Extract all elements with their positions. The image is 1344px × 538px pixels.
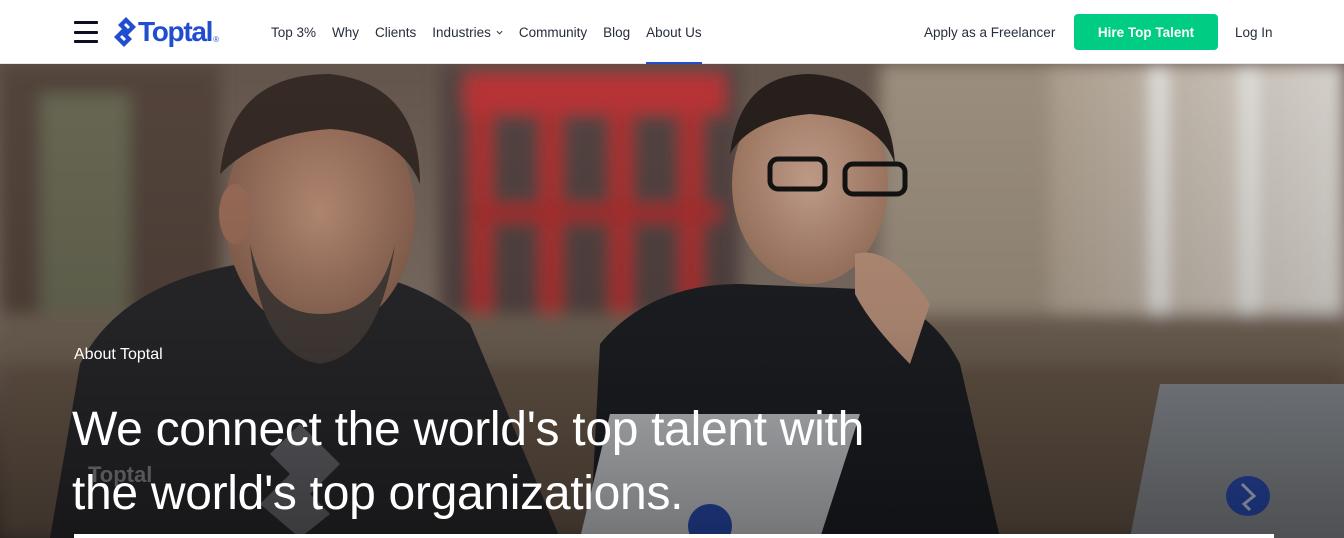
nav-item-blog[interactable]: Blog [603,0,630,64]
nav-item-label: Community [518,24,588,40]
hero-divider [74,534,1274,538]
toptal-logo[interactable]: Toptal ® [113,16,219,48]
hero-eyebrow: About Toptal [74,346,163,363]
nav-item-label: Clients [375,24,417,40]
nav-item-top-3[interactable]: Top 3% [271,0,316,64]
toptal-logo-mark-icon [114,17,136,47]
logo-wordmark: Toptal [138,16,213,47]
login-link[interactable]: Log In [1235,0,1273,64]
nav-item-why[interactable]: Why [332,0,359,64]
nav-item-label: Top 3% [271,24,317,40]
main-nav: Top 3% Why Clients Industries Community … [271,0,718,64]
nav-item-label: Blog [603,24,631,40]
hire-top-talent-button[interactable]: Hire Top Talent [1074,14,1218,50]
nav-item-label: About Us [646,24,702,40]
nav-item-clients[interactable]: Clients [375,0,416,64]
nav-item-community[interactable]: Community [519,0,587,64]
nav-item-label: Industries [432,24,491,40]
hamburger-menu-icon[interactable] [74,21,98,43]
hero-section: Toptal About Toptal We connect the world… [0,64,1344,538]
site-header: Toptal ® Top 3% Why Clients Industries C… [0,0,1344,64]
nav-item-label: Why [332,24,360,40]
apply-freelancer-link[interactable]: Apply as a Freelancer [924,0,1055,64]
nav-item-about-us[interactable]: About Us [646,0,702,64]
logo-registered-mark: ® [213,35,220,44]
chevron-down-icon [496,30,503,35]
nav-item-industries[interactable]: Industries [432,0,503,64]
hero-headline: We connect the world's top talent with t… [72,403,864,520]
